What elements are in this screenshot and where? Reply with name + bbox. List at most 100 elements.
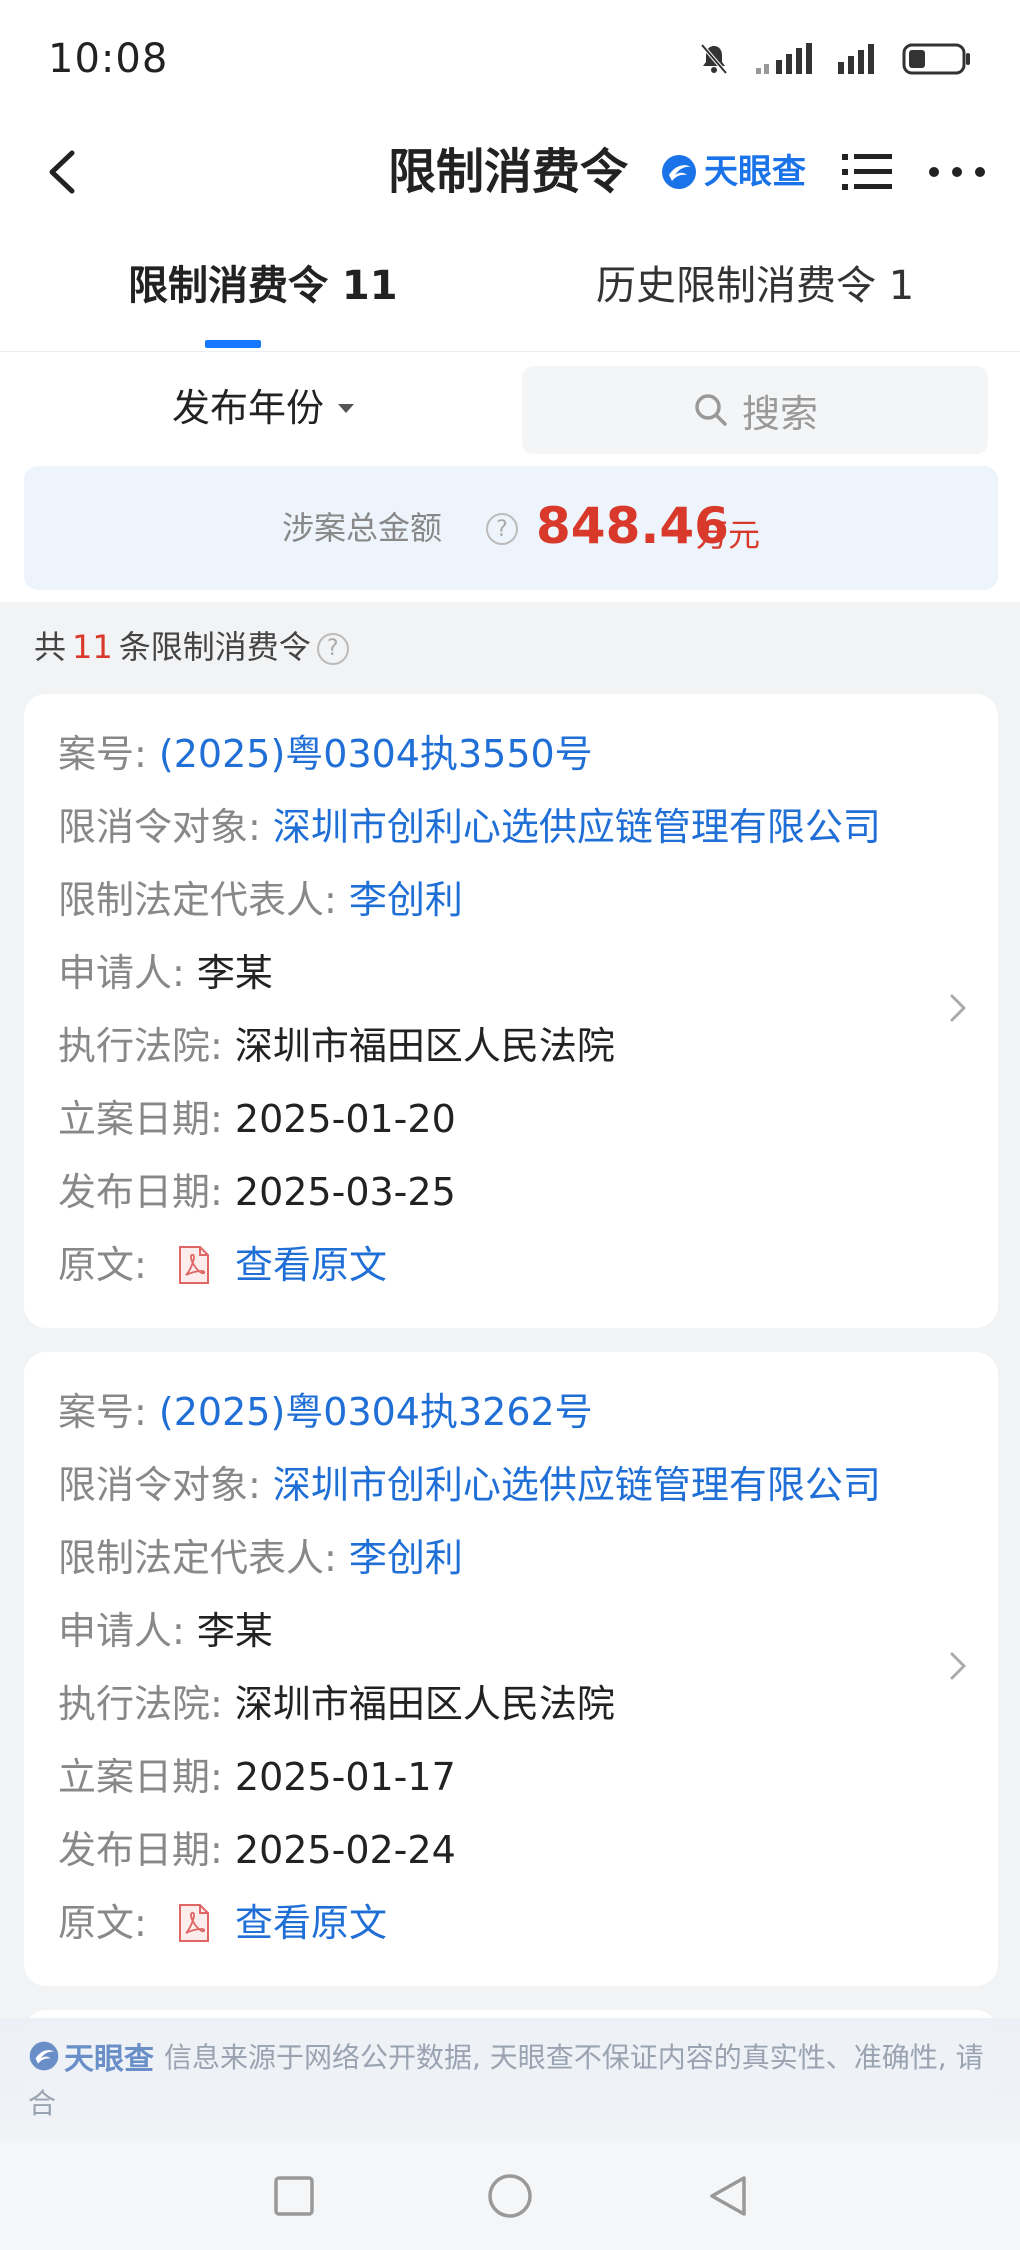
- brand-text: 天眼查: [704, 152, 806, 192]
- disclaimer-text-cont: 合: [28, 2087, 57, 2120]
- total-amount-unit: 万元: [696, 516, 761, 554]
- view-original-link[interactable]: 查看原文: [235, 1243, 387, 1287]
- filed-date-value: 2025-01-17: [234, 1755, 456, 1799]
- applicant-value: 李某: [196, 1609, 273, 1653]
- search-input[interactable]: 搜索: [522, 366, 988, 454]
- status-bar: 10:08: [0, 0, 1020, 118]
- total-amount-label: 涉案总金额: [282, 509, 443, 547]
- court-label: 执行法院:: [58, 1024, 223, 1068]
- applicant-value: 李某: [196, 951, 273, 995]
- pdf-icon: [178, 1245, 209, 1284]
- home-button[interactable]: [482, 2168, 538, 2224]
- applicant-row: 申请人: 李某: [58, 1603, 273, 1659]
- disclaimer-text: 信息来源于网络公开数据, 天眼查不保证内容的真实性、准确性, 请: [164, 2041, 984, 2074]
- year-filter-label: 发布年份: [172, 386, 325, 430]
- total-amount-section: 涉案总金额 ? 848.46 万元: [0, 462, 1020, 602]
- legal-rep-link[interactable]: 李创利: [349, 1536, 463, 1580]
- published-date-label: 发布日期:: [58, 1828, 223, 1872]
- recents-button[interactable]: [266, 2168, 322, 2224]
- signal-2-icon: [838, 44, 874, 74]
- target-label: 限消令对象:: [58, 1463, 261, 1507]
- tianyancha-logo-icon: [662, 155, 696, 189]
- restriction-order-card[interactable]: 案号: (2025)粤0304执3550号 限消令对象: 深圳市创利心选供应链管…: [24, 694, 998, 1328]
- case-number-link[interactable]: (2025)粤0304执3550号: [159, 732, 593, 776]
- target-company-link[interactable]: 深圳市创利心选供应链管理有限公司: [273, 1463, 881, 1507]
- system-nav-bar: [0, 2140, 1020, 2250]
- original-doc-row: 原文: 查看原文: [58, 1895, 387, 1951]
- more-dots-icon: [929, 167, 985, 177]
- tab-history-restriction-orders[interactable]: 历史限制消费令 1: [596, 256, 914, 316]
- mute-bell-icon: [700, 43, 728, 75]
- published-date-value: 2025-03-25: [234, 1170, 456, 1214]
- count-help-icon[interactable]: ?: [316, 622, 349, 672]
- total-amount-box: 涉案总金额 ? 848.46 万元: [24, 466, 998, 590]
- legal-rep-row: 限制法定代表人: 李创利: [58, 872, 463, 928]
- restriction-order-card[interactable]: 案号: (2025)粤0304执3262号 限消令对象: 深圳市创利心选供应链管…: [24, 1352, 998, 1986]
- count-prefix: 共: [34, 628, 67, 666]
- signal-1-icon: [756, 43, 812, 74]
- disclaimer-brand-text: 天眼查: [64, 2042, 154, 2077]
- case-number-label: 案号:: [58, 1390, 147, 1434]
- court-row: 执行法院: 深圳市福田区人民法院: [58, 1018, 615, 1074]
- disclaimer-banner: 天眼查 信息来源于网络公开数据, 天眼查不保证内容的真实性、准确性, 请 合: [0, 2018, 1020, 2138]
- app-header: 限制消费令 天眼查: [0, 118, 1020, 226]
- list-icon: [842, 154, 892, 190]
- legal-rep-label: 限制法定代表人:: [58, 878, 337, 922]
- published-date-label: 发布日期:: [58, 1170, 223, 1214]
- chevron-right-icon: [950, 994, 966, 1022]
- chevron-right-icon: [950, 1652, 966, 1680]
- page: 10:08 限制消费令 天眼查 限制消费令 11 历史限制消费令 1 发布年份 …: [0, 0, 1020, 2250]
- disclaimer-brand: 天眼查: [28, 2034, 154, 2078]
- filed-date-label: 立案日期:: [58, 1097, 223, 1141]
- count-number: 11: [72, 628, 113, 666]
- pdf-icon: [178, 1903, 209, 1942]
- tab-bar: 限制消费令 11 历史限制消费令 1: [0, 226, 1020, 352]
- more-button[interactable]: [922, 142, 992, 202]
- brand-logo: 天眼查: [660, 146, 806, 198]
- status-icons: [696, 41, 972, 77]
- court-label: 执行法院:: [58, 1682, 223, 1726]
- tab-restriction-orders[interactable]: 限制消费令 11: [128, 256, 398, 316]
- list-menu-button[interactable]: [838, 142, 898, 202]
- system-back-button[interactable]: [700, 2168, 756, 2224]
- original-doc-label: 原文:: [58, 1243, 147, 1287]
- caret-down-icon: [338, 403, 355, 413]
- published-date-row: 发布日期: 2025-03-25: [58, 1164, 456, 1220]
- filed-date-value: 2025-01-20: [234, 1097, 456, 1141]
- view-original-link[interactable]: 查看原文: [235, 1901, 387, 1945]
- page-title: 限制消费令: [388, 144, 629, 200]
- tianyancha-logo-icon: [29, 2041, 59, 2071]
- applicant-label: 申请人:: [58, 951, 185, 995]
- court-row: 执行法院: 深圳市福田区人民法院: [58, 1676, 615, 1732]
- back-button[interactable]: [30, 140, 94, 204]
- original-doc-row: 原文: 查看原文: [58, 1237, 387, 1293]
- battery-icon: [902, 43, 970, 75]
- case-number-link[interactable]: (2025)粤0304执3262号: [159, 1390, 593, 1434]
- search-placeholder: 搜索: [741, 391, 818, 436]
- filed-date-row: 立案日期: 2025-01-20: [58, 1091, 456, 1147]
- target-row: 限消令对象: 深圳市创利心选供应链管理有限公司: [58, 799, 881, 855]
- court-value: 深圳市福田区人民法院: [234, 1024, 615, 1068]
- square-icon: [274, 2176, 314, 2216]
- count-suffix: 条限制消费令: [118, 628, 311, 666]
- legal-rep-row: 限制法定代表人: 李创利: [58, 1530, 463, 1586]
- filter-row: 发布年份 搜索: [0, 352, 1020, 462]
- help-icon[interactable]: ?: [486, 513, 518, 545]
- circle-icon: [488, 2174, 532, 2218]
- chevron-left-icon: [49, 150, 75, 194]
- result-count: 共 11 条限制消费令 ?: [34, 622, 349, 672]
- applicant-row: 申请人: 李某: [58, 945, 273, 1001]
- active-tab-indicator: [205, 340, 261, 348]
- legal-rep-label: 限制法定代表人:: [58, 1536, 337, 1580]
- case-number-row: 案号: (2025)粤0304执3262号: [58, 1384, 593, 1440]
- original-doc-label: 原文:: [58, 1901, 147, 1945]
- filed-date-row: 立案日期: 2025-01-17: [58, 1749, 456, 1805]
- court-value: 深圳市福田区人民法院: [234, 1682, 615, 1726]
- target-company-link[interactable]: 深圳市创利心选供应链管理有限公司: [273, 805, 881, 849]
- legal-rep-link[interactable]: 李创利: [349, 878, 463, 922]
- target-label: 限消令对象:: [58, 805, 261, 849]
- year-filter-dropdown[interactable]: 发布年份: [172, 380, 355, 436]
- applicant-label: 申请人:: [58, 1609, 185, 1653]
- triangle-back-icon: [710, 2176, 746, 2216]
- published-date-value: 2025-02-24: [234, 1828, 456, 1872]
